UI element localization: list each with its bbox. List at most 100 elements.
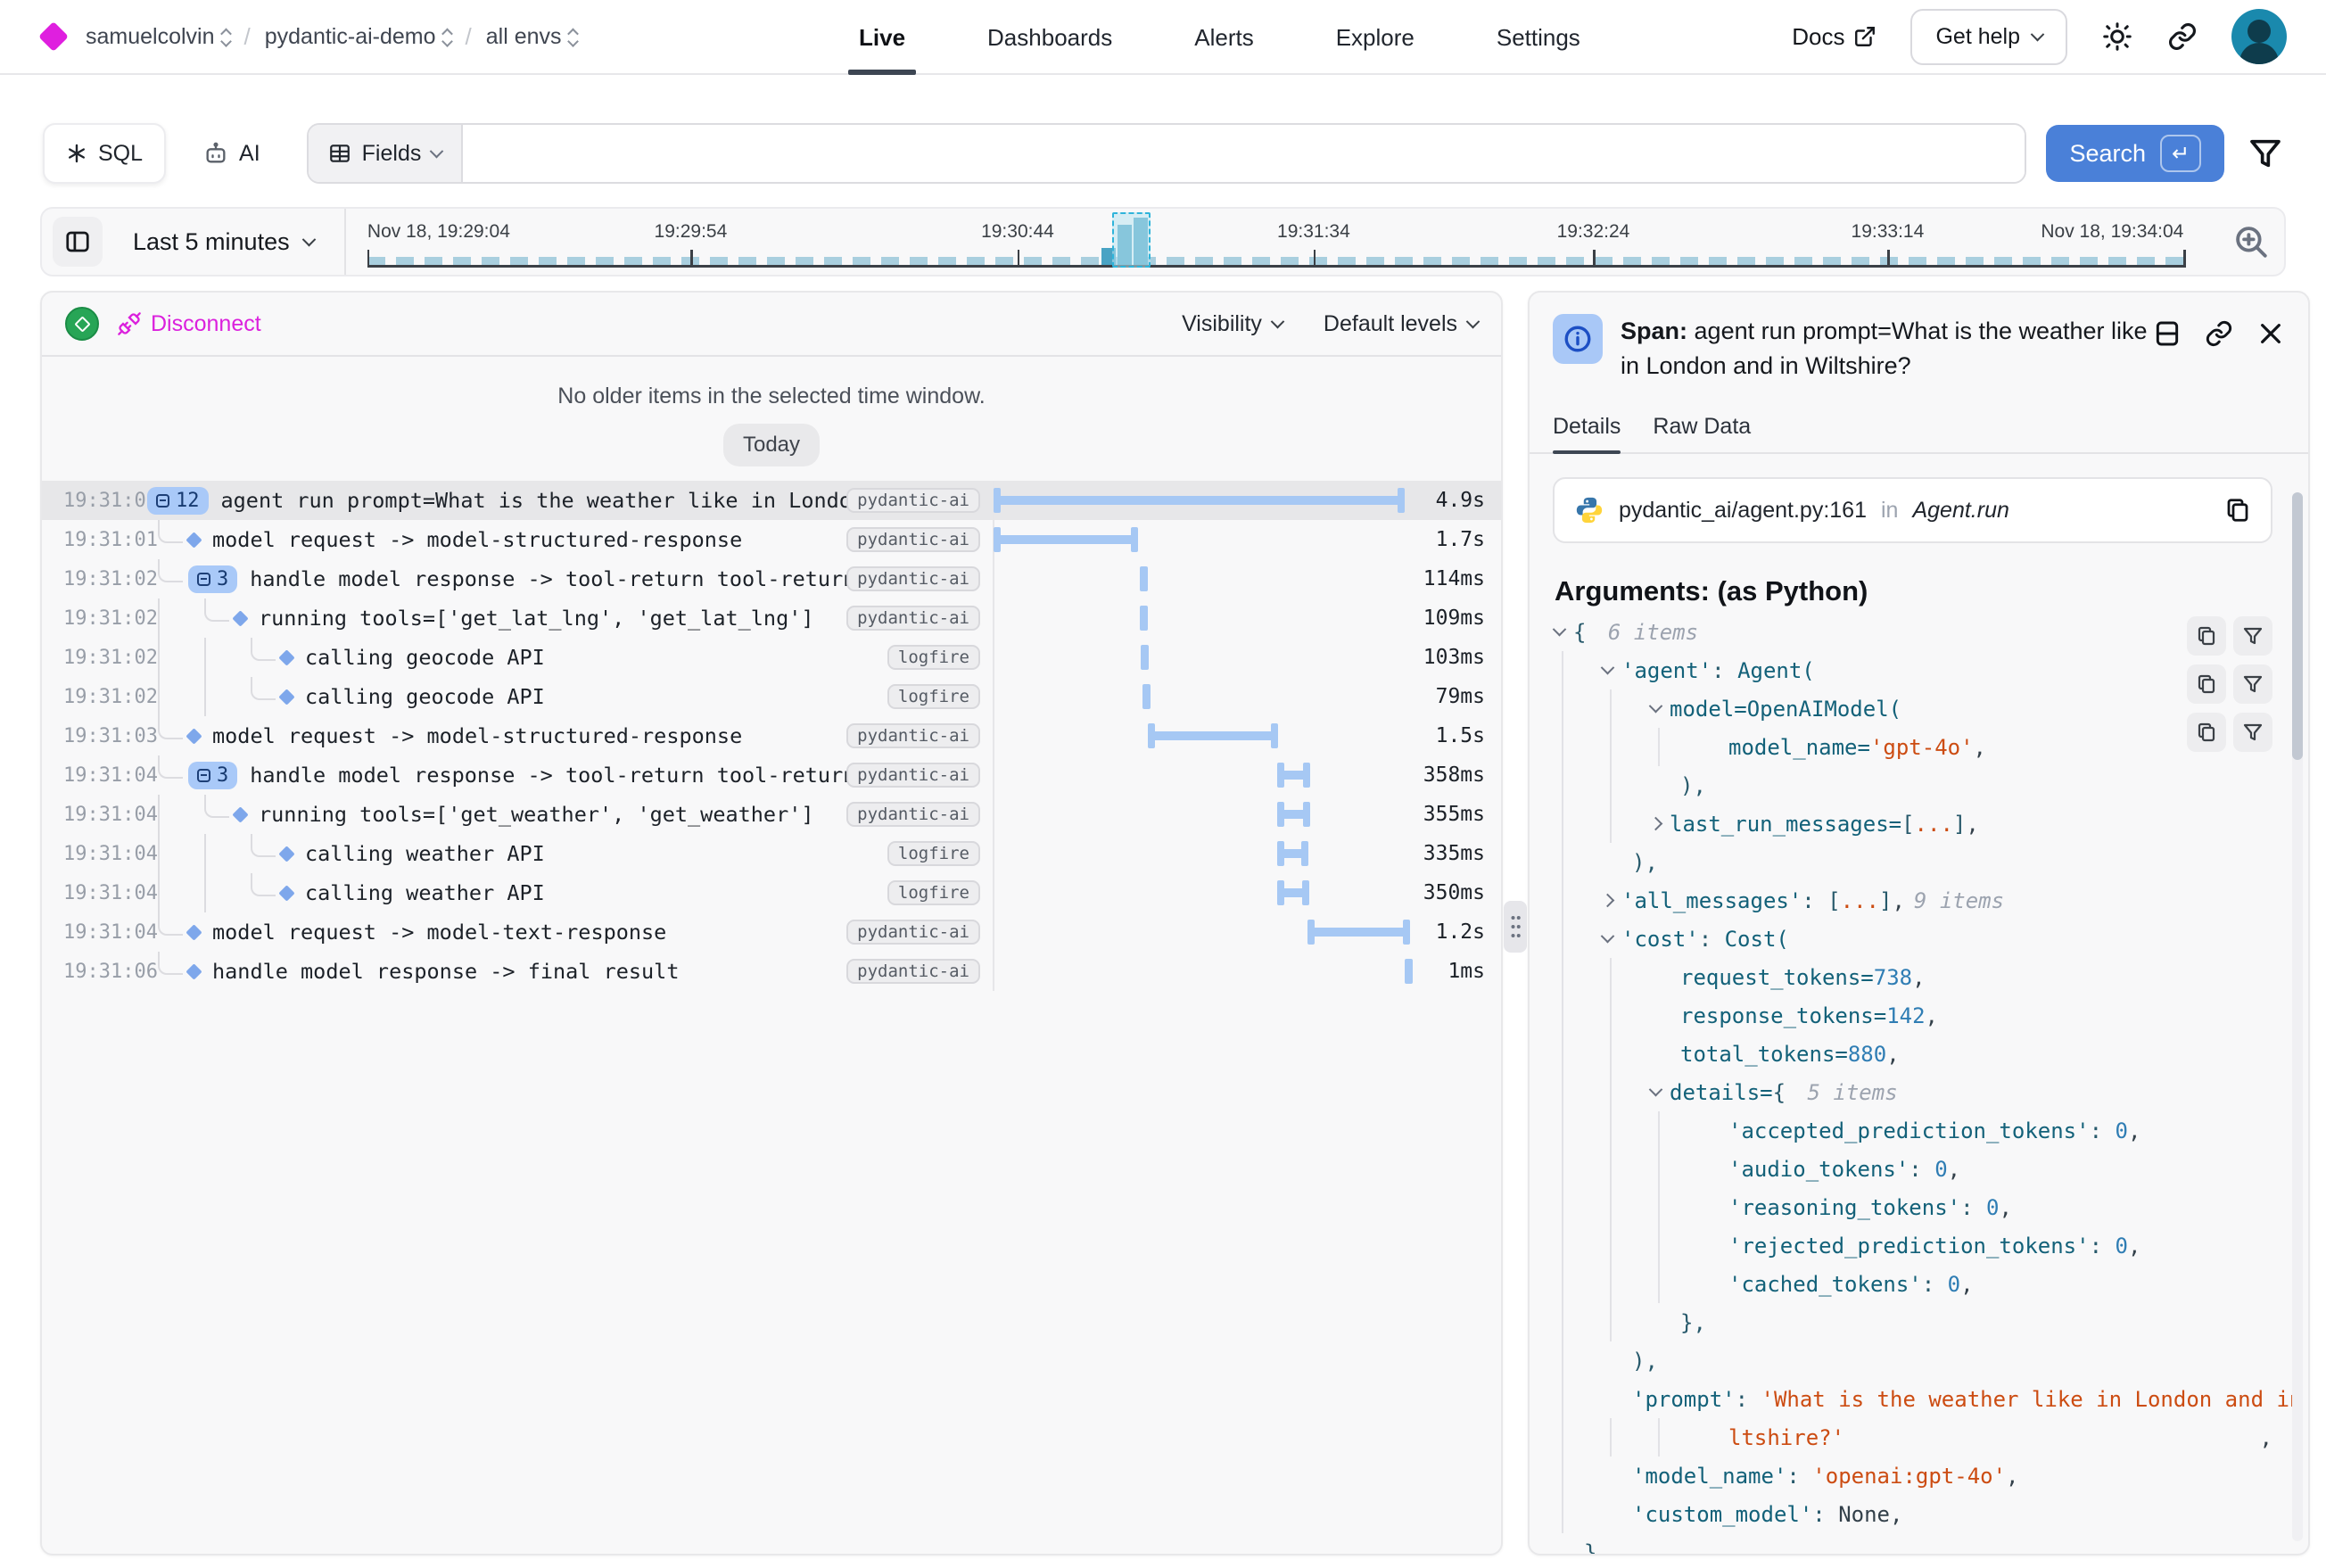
- row-timestamp: 19:31:01: [42, 529, 147, 551]
- collapse-badge[interactable]: 3: [188, 565, 237, 593]
- copy-icon[interactable]: [2187, 664, 2226, 704]
- trace-row[interactable]: 19:31:02calling geocode APIlogfire79ms: [42, 677, 1501, 716]
- tag-badge[interactable]: pydantic-ai: [846, 920, 980, 945]
- zoom-in-icon[interactable]: [2232, 223, 2270, 260]
- tab-alerts[interactable]: Alerts: [1194, 0, 1253, 75]
- share-link-button[interactable]: [2167, 21, 2198, 52]
- disconnect-button[interactable]: Disconnect: [117, 311, 261, 337]
- tab-explore[interactable]: Explore: [1336, 0, 1415, 75]
- live-indicator-icon: [65, 307, 99, 341]
- trace-row[interactable]: 19:31:06handle model response -> final r…: [42, 952, 1501, 991]
- tag-badge[interactable]: pydantic-ai: [846, 959, 980, 984]
- detail-scrollbar[interactable]: [2292, 492, 2303, 1541]
- row-tree: calling weather API: [147, 873, 857, 912]
- tag-badge[interactable]: logfire: [887, 684, 980, 709]
- row-timestamp: 19:31:04: [42, 804, 147, 826]
- trace-row[interactable]: 19:31:04running tools=['get_weather', 'g…: [42, 795, 1501, 834]
- collapse-chevron-icon[interactable]: [1601, 929, 1615, 944]
- trace-row[interactable]: 19:31:03model request -> model-structure…: [42, 716, 1501, 755]
- tag-badge[interactable]: logfire: [887, 880, 980, 905]
- time-range-selector[interactable]: Last 5 minutes: [103, 228, 344, 256]
- span-message: model request -> model-structured-respon…: [212, 527, 742, 552]
- docs-link[interactable]: Docs: [1792, 23, 1876, 51]
- panel-layout-icon[interactable]: [2153, 319, 2182, 348]
- code-token: ]: [1953, 812, 1966, 837]
- tab-settings[interactable]: Settings: [1497, 0, 1580, 75]
- timeline-axis[interactable]: Nov 18, 19:29:0419:29:5419:30:4419:31:34…: [359, 209, 2202, 275]
- tag-badge[interactable]: logfire: [887, 645, 980, 670]
- copy-icon[interactable]: [2187, 713, 2226, 752]
- trace-row[interactable]: 19:31:04model request -> model-text-resp…: [42, 912, 1501, 952]
- sidebar-toggle-button[interactable]: [53, 217, 103, 267]
- tab-raw-data[interactable]: Raw Data: [1653, 414, 1751, 452]
- collapse-chevron-icon[interactable]: [1601, 894, 1615, 908]
- fields-dropdown-button[interactable]: Fields: [309, 125, 464, 182]
- theme-toggle-button[interactable]: [2101, 21, 2133, 53]
- timeline-tick: [1018, 250, 1020, 268]
- trace-row[interactable]: 19:31:043handle model response -> tool-r…: [42, 755, 1501, 795]
- sql-mode-button[interactable]: SQL: [43, 123, 166, 184]
- collapse-chevron-icon[interactable]: [1601, 661, 1615, 675]
- trace-row[interactable]: 19:31:023handle model response -> tool-r…: [42, 559, 1501, 598]
- tag-badge[interactable]: pydantic-ai: [846, 606, 980, 631]
- breadcrumb-org[interactable]: samuelcolvin: [86, 24, 230, 50]
- logfire-app: samuelcolvin / pydantic-ai-demo / all en…: [0, 0, 2326, 1568]
- breadcrumb-env[interactable]: all envs: [486, 24, 577, 50]
- search-button[interactable]: Search ↵: [2046, 125, 2224, 182]
- collapse-badge[interactable]: 3: [188, 762, 237, 789]
- visibility-dropdown[interactable]: Visibility: [1182, 311, 1283, 337]
- tag-badge[interactable]: pydantic-ai: [846, 527, 980, 552]
- code-token: 'audio_tokens': [1728, 1157, 1909, 1182]
- tag-badge[interactable]: pydantic-ai: [846, 802, 980, 827]
- today-button[interactable]: Today: [723, 424, 820, 466]
- trace-row[interactable]: 19:31:04calling weather APIlogfire350ms: [42, 873, 1501, 912]
- filter-funnel-icon[interactable]: [2233, 664, 2272, 704]
- tab-dashboards[interactable]: Dashboards: [987, 0, 1112, 75]
- indent-guide: [1562, 1341, 1601, 1380]
- filter-funnel-icon[interactable]: [2248, 136, 2283, 171]
- filter-funnel-icon[interactable]: [2233, 616, 2272, 656]
- filter-funnel-icon[interactable]: [2233, 713, 2272, 752]
- copy-icon[interactable]: [2187, 616, 2226, 656]
- user-avatar[interactable]: [2231, 9, 2287, 64]
- code-token: Agent(: [1737, 658, 1815, 683]
- tag-badge[interactable]: logfire: [887, 841, 980, 866]
- collapse-badge[interactable]: 12: [147, 487, 209, 515]
- collapse-chevron-icon[interactable]: [1649, 817, 1663, 831]
- source-location-card[interactable]: pydantic_ai/agent.py:161 in Agent.run: [1553, 477, 2272, 543]
- collapse-chevron-icon[interactable]: [1553, 623, 1567, 637]
- breadcrumb-project[interactable]: pydantic-ai-demo: [265, 24, 451, 50]
- code-token: :: [2090, 1234, 2116, 1259]
- row-gantt: [993, 559, 1412, 598]
- row-gantt: [993, 677, 1412, 716]
- code-token: ),: [1632, 850, 1658, 875]
- copy-icon[interactable]: [2224, 497, 2251, 524]
- trace-row[interactable]: 19:31:0112agent run prompt=What is the w…: [42, 481, 1501, 520]
- trace-row[interactable]: 19:31:02running tools=['get_lat_lng', 'g…: [42, 598, 1501, 638]
- tag-badge[interactable]: pydantic-ai: [846, 723, 980, 748]
- code-token: :: [1960, 1195, 1986, 1220]
- code-token: 0: [1948, 1272, 1960, 1297]
- collapse-chevron-icon[interactable]: [1649, 699, 1663, 714]
- default-levels-dropdown[interactable]: Default levels: [1324, 311, 1478, 337]
- ai-mode-button[interactable]: AI: [182, 123, 282, 184]
- tab-details[interactable]: Details: [1553, 414, 1621, 452]
- timeline-tick: [1887, 250, 1890, 268]
- collapse-chevron-icon[interactable]: [1649, 1083, 1663, 1097]
- trace-row[interactable]: 19:31:04calling weather APIlogfire335ms: [42, 834, 1501, 873]
- tag-badge[interactable]: pydantic-ai: [846, 763, 980, 788]
- timeline-selection[interactable]: [1112, 212, 1151, 268]
- get-help-button[interactable]: Get help: [1910, 9, 2067, 65]
- close-icon[interactable]: [2256, 319, 2285, 348]
- tab-live[interactable]: Live: [859, 0, 905, 75]
- panel-resize-handle[interactable]: [1504, 901, 1527, 953]
- scrollbar-thumb[interactable]: [2292, 492, 2303, 760]
- tag-badge[interactable]: pydantic-ai: [846, 488, 980, 513]
- search-label: Search: [2069, 140, 2146, 168]
- tag-badge[interactable]: pydantic-ai: [846, 566, 980, 591]
- trace-row[interactable]: 19:31:01 model request -> model-structure…: [42, 520, 1501, 559]
- trace-row[interactable]: 19:31:02calling geocode APIlogfire103ms: [42, 638, 1501, 677]
- search-input[interactable]: [463, 125, 2025, 182]
- empty-window-message: No older items in the selected time wind…: [42, 384, 1501, 409]
- copy-link-icon[interactable]: [2205, 319, 2233, 348]
